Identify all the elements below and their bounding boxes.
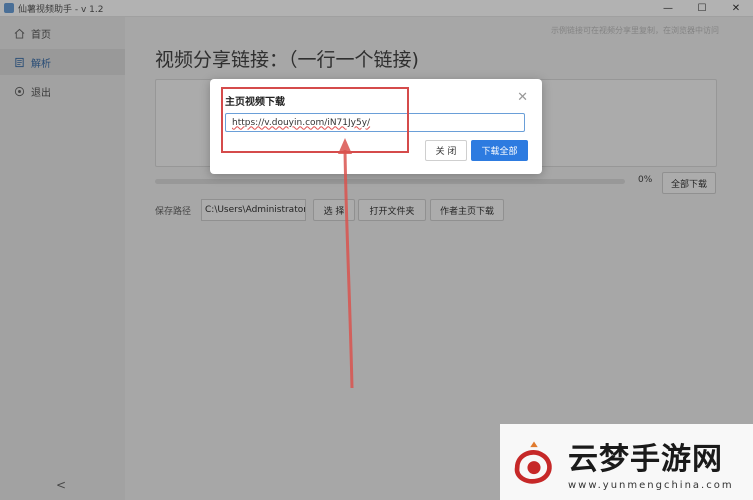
watermark-url: www.yunmengchina.com [568,479,734,491]
watermark: 云梦手游网 www.yunmengchina.com [500,424,753,500]
watermark-logo-icon [514,441,552,484]
watermark-text: 云梦手游网 [568,441,723,477]
